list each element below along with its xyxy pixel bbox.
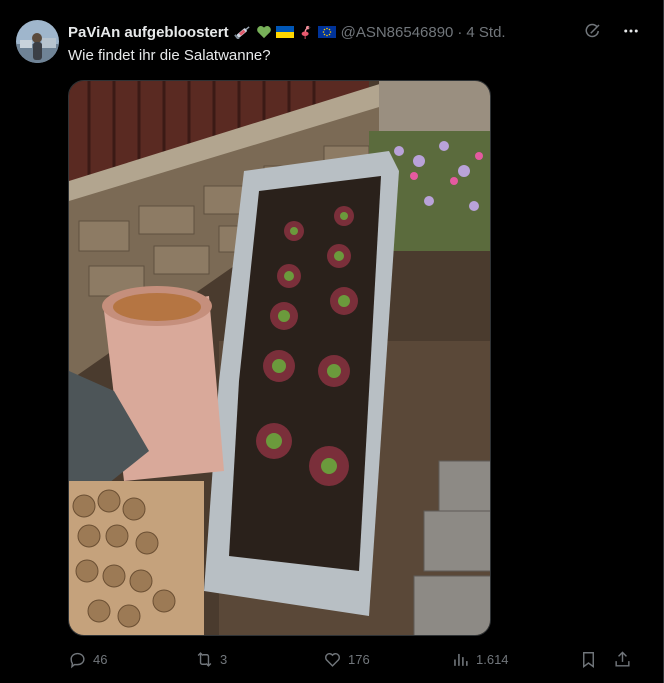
share-button[interactable] xyxy=(613,650,632,669)
like-button[interactable]: 176 xyxy=(323,650,370,669)
timestamp[interactable]: 4 Std. xyxy=(466,24,505,41)
eu-flag-icon xyxy=(317,25,336,39)
user-handle[interactable]: @ASN86546890 xyxy=(341,24,454,41)
syringe-icon xyxy=(233,25,252,41)
tweet-top-actions xyxy=(583,21,641,41)
ukraine-flag-icon xyxy=(275,25,294,39)
name-emojis xyxy=(233,25,336,41)
separator-dot: · xyxy=(457,23,463,41)
like-count: 176 xyxy=(348,652,370,667)
reply-count: 46 xyxy=(93,652,108,667)
views-icon xyxy=(454,653,468,666)
share-icon xyxy=(615,651,630,667)
grok-icon[interactable] xyxy=(583,21,603,41)
reply-button[interactable]: 46 xyxy=(68,650,107,669)
tweet-header: PaViAn aufgebloostert @ASN86546890 · 4 S… xyxy=(68,21,643,43)
like-icon xyxy=(325,653,340,667)
more-icon[interactable] xyxy=(621,21,641,41)
tweet-container: PaViAn aufgebloostert @ASN86546890 · 4 S… xyxy=(0,0,664,683)
bookmark-button[interactable] xyxy=(579,650,598,669)
bookmark-icon xyxy=(583,652,594,669)
avatar[interactable] xyxy=(16,20,59,63)
tweet-text: Wie findet ihr die Salatwanne? xyxy=(68,47,271,64)
display-name[interactable]: PaViAn aufgebloostert xyxy=(68,24,229,41)
flamingo-icon xyxy=(297,25,315,39)
green-heart-icon xyxy=(255,25,273,39)
views-button[interactable]: 1.614 xyxy=(451,650,509,669)
repost-icon xyxy=(197,652,212,667)
repost-button[interactable]: 3 xyxy=(195,650,227,669)
tweet-actions: 46 3 176 1.614 xyxy=(68,650,634,672)
repost-count: 3 xyxy=(220,652,228,667)
reply-icon xyxy=(70,652,85,669)
tweet-photo[interactable] xyxy=(68,80,491,636)
views-count: 1.614 xyxy=(476,652,509,667)
